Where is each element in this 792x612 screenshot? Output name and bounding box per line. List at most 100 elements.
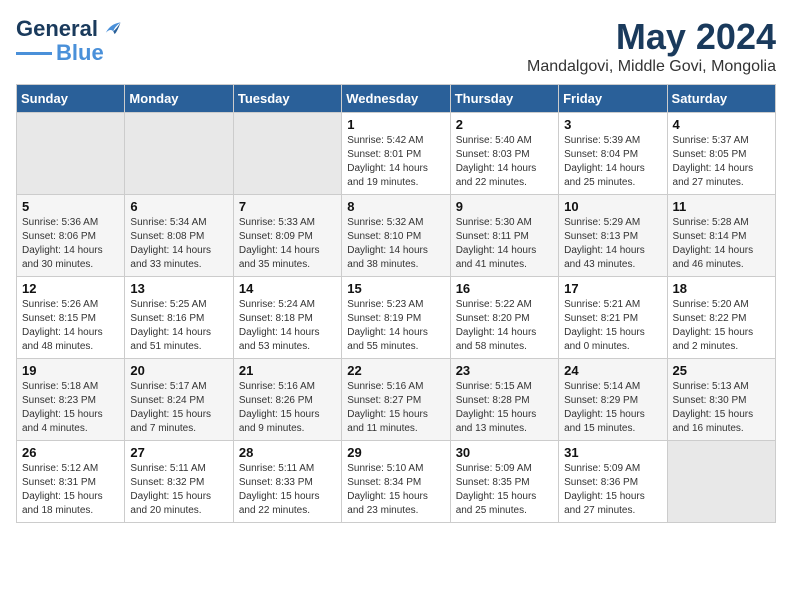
day-cell: 22Sunrise: 5:16 AM Sunset: 8:27 PM Dayli… [342,359,450,441]
header-day-monday: Monday [125,85,233,113]
day-cell: 17 Sunrise: 5:21 AM Sunset: 8:21 PM Dayli… [559,277,667,359]
header-day-friday: Friday [559,85,667,113]
calendar-table: SundayMondayTuesdayWednesdayThursdayFrid… [16,84,776,523]
header: General Blue May 2024 Mandalgovi, Middle… [16,16,776,76]
day-cell [667,441,775,523]
day-info: Sunrise: 5:36 AM Sunset: 8:06 PM Dayligh… [22,216,119,272]
day-number: 23 [456,363,553,378]
day-cell [17,113,125,195]
day-info: Sunrise: 5:30 AM Sunset: 8:11 PM Dayligh… [456,216,553,272]
day-cell: 29Sunrise: 5:10 AM Sunset: 8:34 PM Dayli… [342,441,450,523]
day-cell: 6 Sunrise: 5:34 AM Sunset: 8:08 PM Daylig… [125,195,233,277]
day-info: Sunrise: 5:28 AM Sunset: 8:14 PM Dayligh… [673,216,770,272]
day-number: 5 [22,199,119,214]
day-cell: 8 Sunrise: 5:32 AM Sunset: 8:10 PM Daylig… [342,195,450,277]
day-cell: 28 Sunrise: 5:11 AM Sunset: 8:33 PM Dayli… [233,441,341,523]
header-day-wednesday: Wednesday [342,85,450,113]
day-info: Sunrise: 5:20 AM Sunset: 8:22 PM Dayligh… [673,298,770,354]
title-area: May 2024 Mandalgovi, Middle Govi, Mongol… [527,16,776,76]
day-number: 17 [564,281,661,296]
header-day-tuesday: Tuesday [233,85,341,113]
day-number: 27 [130,445,227,460]
day-number: 18 [673,281,770,296]
day-cell: 24 Sunrise: 5:14 AM Sunset: 8:29 PM Dayli… [559,359,667,441]
week-row-5: 26Sunrise: 5:12 AM Sunset: 8:31 PM Dayli… [17,441,776,523]
day-number: 24 [564,363,661,378]
day-cell: 2 Sunrise: 5:40 AM Sunset: 8:03 PM Daylig… [450,113,558,195]
day-info: Sunrise: 5:26 AM Sunset: 8:15 PM Dayligh… [22,298,119,354]
day-number: 22 [347,363,444,378]
day-cell [233,113,341,195]
day-number: 3 [564,117,661,132]
day-info: Sunrise: 5:23 AM Sunset: 8:19 PM Dayligh… [347,298,444,354]
day-info: Sunrise: 5:40 AM Sunset: 8:03 PM Dayligh… [456,134,553,190]
day-cell: 15Sunrise: 5:23 AM Sunset: 8:19 PM Dayli… [342,277,450,359]
day-info: Sunrise: 5:22 AM Sunset: 8:20 PM Dayligh… [456,298,553,354]
day-cell: 10Sunrise: 5:29 AM Sunset: 8:13 PM Dayli… [559,195,667,277]
day-cell: 3 Sunrise: 5:39 AM Sunset: 8:04 PM Daylig… [559,113,667,195]
day-info: Sunrise: 5:21 AM Sunset: 8:21 PM Dayligh… [564,298,661,354]
day-info: Sunrise: 5:10 AM Sunset: 8:34 PM Dayligh… [347,462,444,518]
header-day-thursday: Thursday [450,85,558,113]
day-cell: 4 Sunrise: 5:37 AM Sunset: 8:05 PM Daylig… [667,113,775,195]
day-info: Sunrise: 5:16 AM Sunset: 8:26 PM Dayligh… [239,380,336,436]
day-number: 13 [130,281,227,296]
day-cell: 9 Sunrise: 5:30 AM Sunset: 8:11 PM Daylig… [450,195,558,277]
day-number: 7 [239,199,336,214]
day-cell: 25 Sunrise: 5:13 AM Sunset: 8:30 PM Dayli… [667,359,775,441]
day-info: Sunrise: 5:37 AM Sunset: 8:05 PM Dayligh… [673,134,770,190]
header-day-saturday: Saturday [667,85,775,113]
day-number: 2 [456,117,553,132]
day-info: Sunrise: 5:13 AM Sunset: 8:30 PM Dayligh… [673,380,770,436]
day-number: 16 [456,281,553,296]
day-info: Sunrise: 5:14 AM Sunset: 8:29 PM Dayligh… [564,380,661,436]
days-header-row: SundayMondayTuesdayWednesdayThursdayFrid… [17,85,776,113]
day-cell: 21Sunrise: 5:16 AM Sunset: 8:26 PM Dayli… [233,359,341,441]
subtitle: Mandalgovi, Middle Govi, Mongolia [527,58,776,76]
week-row-1: 1Sunrise: 5:42 AM Sunset: 8:01 PM Daylig… [17,113,776,195]
day-cell: 20Sunrise: 5:17 AM Sunset: 8:24 PM Dayli… [125,359,233,441]
header-day-sunday: Sunday [17,85,125,113]
day-info: Sunrise: 5:32 AM Sunset: 8:10 PM Dayligh… [347,216,444,272]
day-number: 12 [22,281,119,296]
day-cell [125,113,233,195]
day-info: Sunrise: 5:25 AM Sunset: 8:16 PM Dayligh… [130,298,227,354]
day-number: 31 [564,445,661,460]
day-cell: 14Sunrise: 5:24 AM Sunset: 8:18 PM Dayli… [233,277,341,359]
logo-blue: Blue [56,40,104,66]
day-info: Sunrise: 5:33 AM Sunset: 8:09 PM Dayligh… [239,216,336,272]
day-number: 19 [22,363,119,378]
day-info: Sunrise: 5:18 AM Sunset: 8:23 PM Dayligh… [22,380,119,436]
day-number: 6 [130,199,227,214]
day-cell: 11 Sunrise: 5:28 AM Sunset: 8:14 PM Dayli… [667,195,775,277]
day-cell: 12 Sunrise: 5:26 AM Sunset: 8:15 PM Dayli… [17,277,125,359]
day-number: 28 [239,445,336,460]
main-title: May 2024 [527,16,776,58]
day-cell: 5 Sunrise: 5:36 AM Sunset: 8:06 PM Daylig… [17,195,125,277]
day-info: Sunrise: 5:09 AM Sunset: 8:35 PM Dayligh… [456,462,553,518]
day-info: Sunrise: 5:34 AM Sunset: 8:08 PM Dayligh… [130,216,227,272]
day-cell: 16 Sunrise: 5:22 AM Sunset: 8:20 PM Dayli… [450,277,558,359]
day-cell: 26Sunrise: 5:12 AM Sunset: 8:31 PM Dayli… [17,441,125,523]
day-number: 11 [673,199,770,214]
day-cell: 18 Sunrise: 5:20 AM Sunset: 8:22 PM Dayli… [667,277,775,359]
day-cell: 30Sunrise: 5:09 AM Sunset: 8:35 PM Dayli… [450,441,558,523]
logo-bird-icon [100,18,122,40]
day-number: 25 [673,363,770,378]
day-info: Sunrise: 5:15 AM Sunset: 8:28 PM Dayligh… [456,380,553,436]
week-row-2: 5 Sunrise: 5:36 AM Sunset: 8:06 PM Daylig… [17,195,776,277]
day-cell: 13 Sunrise: 5:25 AM Sunset: 8:16 PM Dayli… [125,277,233,359]
day-info: Sunrise: 5:39 AM Sunset: 8:04 PM Dayligh… [564,134,661,190]
day-info: Sunrise: 5:24 AM Sunset: 8:18 PM Dayligh… [239,298,336,354]
day-number: 8 [347,199,444,214]
logo-line [16,52,52,55]
day-cell: 1Sunrise: 5:42 AM Sunset: 8:01 PM Daylig… [342,113,450,195]
day-number: 20 [130,363,227,378]
day-number: 26 [22,445,119,460]
logo-general: General [16,16,98,42]
day-info: Sunrise: 5:42 AM Sunset: 8:01 PM Dayligh… [347,134,444,190]
week-row-3: 12 Sunrise: 5:26 AM Sunset: 8:15 PM Dayli… [17,277,776,359]
day-info: Sunrise: 5:11 AM Sunset: 8:33 PM Dayligh… [239,462,336,518]
day-number: 9 [456,199,553,214]
day-number: 4 [673,117,770,132]
